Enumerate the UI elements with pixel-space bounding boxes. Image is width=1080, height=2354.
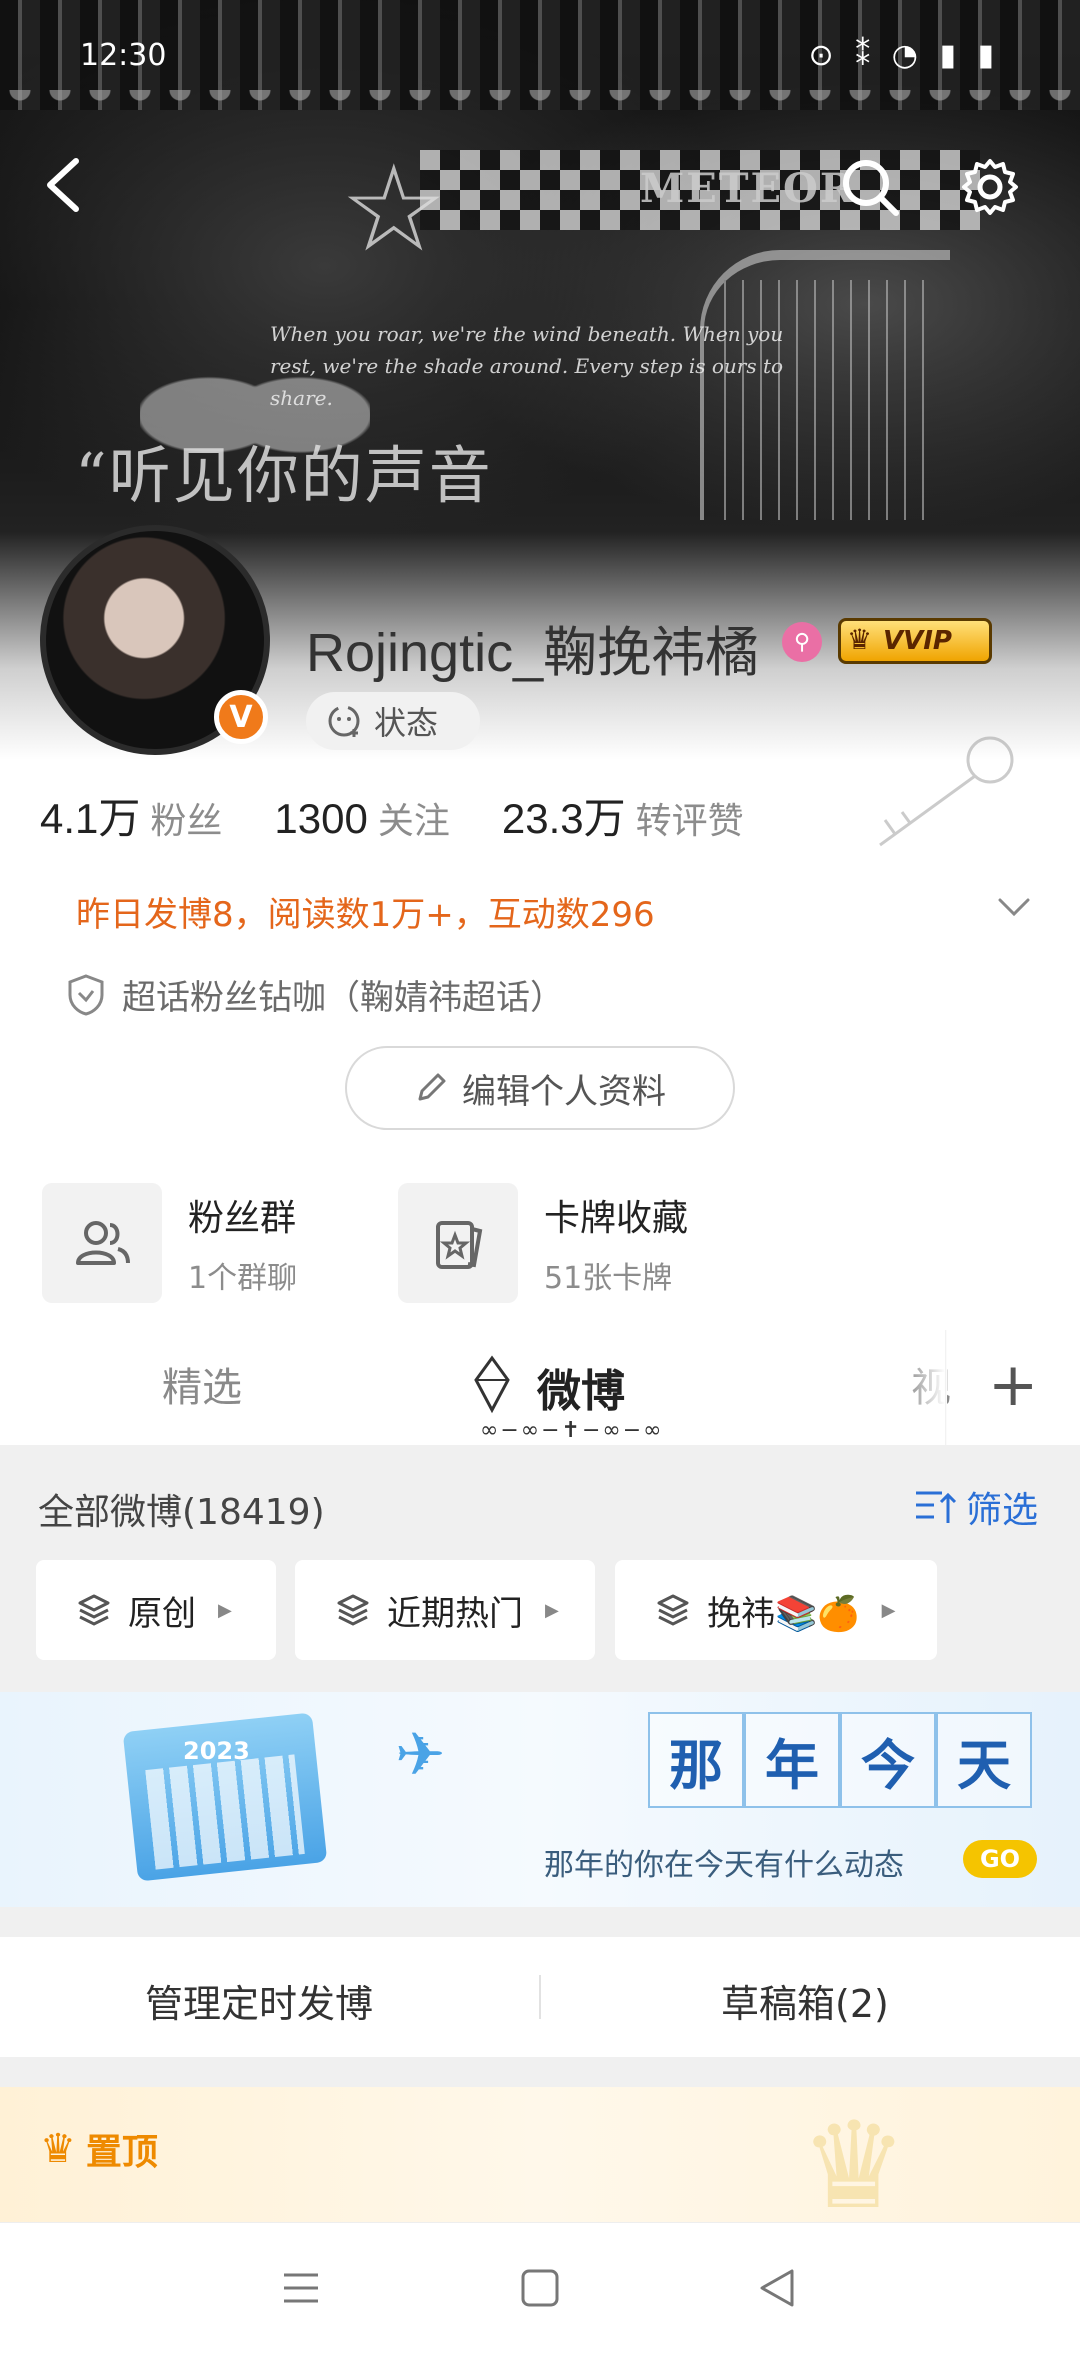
stat-value: 1300	[274, 795, 368, 842]
tab-divider	[945, 1330, 947, 1445]
tab-fade	[905, 1330, 945, 1445]
layers-icon	[337, 1594, 369, 1626]
tab-weibo[interactable]: 微博	[537, 1355, 625, 1419]
edit-profile-label: 编辑个人资料	[462, 1071, 666, 1112]
banner-title-text: “听见你的声音	[75, 439, 493, 512]
stat-followers[interactable]: 4.1万 粉丝	[40, 785, 222, 846]
filter-label: 筛选	[966, 1490, 1039, 1531]
superhua-label: 超话粉丝钻咖（鞠婧祎超话）	[122, 978, 564, 1018]
promo-title-char: 那	[648, 1712, 744, 1808]
stat-label: 转评赞	[635, 801, 744, 842]
status-time: 12:30	[80, 38, 167, 73]
filter-button[interactable]: 筛选	[914, 1481, 1038, 1533]
superhua-fan-level[interactable]: 超话粉丝钻咖（鞠婧祎超话）	[66, 970, 564, 1019]
card-subtitle: 51张卡牌	[544, 1261, 673, 1296]
system-navigation-bar	[0, 2222, 1080, 2354]
banner-meteor-word: METEOR	[640, 165, 856, 212]
chain-decoration: ∞−∞−✝−∞−∞	[480, 1418, 664, 1443]
stat-following[interactable]: 1300 关注	[274, 792, 449, 844]
username: Rojingtic_鞠挽祎橘	[306, 623, 760, 683]
profile-stats: 4.1万 粉丝 1300 关注 23.3万 转评赞	[40, 785, 744, 846]
status-button[interactable]: 状态	[306, 692, 480, 750]
pinned-section: ♛ ♛ 置顶	[0, 2087, 1080, 2236]
layers-icon	[78, 1594, 110, 1626]
card-title: 粉丝群	[188, 1198, 297, 1239]
layers-icon	[657, 1594, 689, 1626]
pencil-icon	[418, 1073, 446, 1101]
chip-custom-tag[interactable]: 挽祎📚🍊 ▶	[615, 1560, 937, 1660]
paper-plane-icon: ✈	[395, 1720, 446, 1790]
back-button[interactable]	[40, 155, 84, 215]
superfan-badge-icon[interactable]: ⚲	[782, 622, 822, 662]
users-icon	[76, 1221, 130, 1265]
status-label: 状态	[374, 704, 439, 742]
all-weibo-count: 全部微博(18419)	[38, 1492, 325, 1533]
caret-right-icon: ▶	[218, 1599, 232, 1621]
chip-label: 挽祎📚🍊	[707, 1593, 860, 1634]
edit-profile-button[interactable]: 编辑个人资料	[345, 1046, 735, 1130]
banner-quote-text: When you roar, we're the wind beneath. W…	[270, 322, 784, 410]
key-decoration	[879, 736, 1014, 847]
chevron-left-icon	[47, 158, 79, 212]
chip-recent-hot[interactable]: 近期热门 ▶	[295, 1560, 595, 1660]
stat-interactions[interactable]: 23.3万 转评赞	[502, 785, 744, 846]
add-tab-button[interactable]: +	[988, 1350, 1038, 1420]
vvip-badge[interactable]: VVIP	[838, 618, 992, 664]
calendar-grid-decoration	[145, 1754, 305, 1870]
verified-badge: V	[214, 690, 268, 744]
tab-featured[interactable]: 精选	[162, 1355, 242, 1413]
card-collection-icon	[436, 1221, 483, 1269]
promo-title-char: 天	[936, 1712, 1032, 1808]
promo-title: 那 年 今 天	[648, 1712, 1032, 1808]
daily-summary[interactable]: 昨日发博8，阅读数1万+，互动数296	[76, 887, 655, 936]
gear-icon	[962, 159, 1018, 215]
diamond-pendant-icon	[474, 1355, 510, 1414]
manage-divider	[539, 1975, 541, 2019]
status-bar: 12:30 ⊙ ⁑ ◔ ▮ ▮	[40, 38, 1040, 88]
card-subtitle: 1个群聊	[188, 1261, 298, 1296]
fan-group-card[interactable]: 粉丝群 1个群聊	[42, 1183, 297, 1303]
pinned-label-group: ♛ 置顶	[40, 2123, 158, 2175]
home-square-icon[interactable]	[515, 2263, 565, 2313]
stat-label: 关注	[377, 801, 450, 842]
search-icon	[843, 160, 899, 216]
crown-icon: ♛	[40, 2126, 76, 2172]
star-decoration: ☆	[340, 140, 448, 279]
calendar-year: 2023	[183, 1737, 250, 1765]
profile-tabs: 精选 微博 ∞−∞−✝−∞−∞ 视 +	[0, 1330, 1080, 1445]
pinned-label: 置顶	[85, 2132, 158, 2173]
promo-title-char: 年	[744, 1712, 840, 1808]
card-collection-card[interactable]: 卡牌收藏 51张卡牌	[398, 1183, 688, 1303]
chip-label: 近期热门	[387, 1593, 523, 1634]
chip-label: 原创	[128, 1593, 196, 1634]
crown-decoration: ♛	[800, 2097, 908, 2236]
promo-go-button[interactable]: GO	[963, 1840, 1037, 1878]
sort-filter-icon	[916, 1491, 957, 1523]
stat-label: 粉丝	[150, 801, 223, 842]
card-title: 卡牌收藏	[544, 1198, 689, 1239]
settings-button[interactable]	[958, 155, 1022, 219]
chip-original[interactable]: 原创 ▶	[36, 1560, 276, 1660]
drafts-button[interactable]: 草稿箱(2)	[721, 1973, 889, 2028]
stat-value: 4.1万	[40, 795, 141, 842]
stat-value: 23.3万	[501, 795, 626, 842]
shield-icon	[68, 973, 104, 1016]
scheduled-posts-button[interactable]: 管理定时发博	[145, 1973, 373, 2028]
search-button[interactable]	[838, 155, 902, 219]
manage-row: 管理定时发博 草稿箱(2)	[0, 1937, 1080, 2057]
back-triangle-icon[interactable]	[752, 2263, 802, 2313]
caret-right-icon: ▶	[545, 1599, 559, 1621]
on-this-day-banner[interactable]: 2023 ✈ 那 年 今 天 那年的你在今天有什么动态 GO	[0, 1692, 1080, 1907]
chevron-down-icon[interactable]	[994, 890, 1034, 926]
promo-title-char: 今	[840, 1712, 936, 1808]
card-icon-box	[42, 1183, 162, 1303]
status-add-icon	[328, 705, 360, 737]
menu-icon[interactable]	[276, 2263, 326, 2313]
caret-right-icon: ▶	[881, 1599, 896, 1621]
promo-subtitle: 那年的你在今天有什么动态	[544, 1848, 904, 1883]
status-icons: ⊙ ⁑ ◔ ▮ ▮	[808, 38, 1000, 73]
card-icon-box	[398, 1183, 518, 1303]
